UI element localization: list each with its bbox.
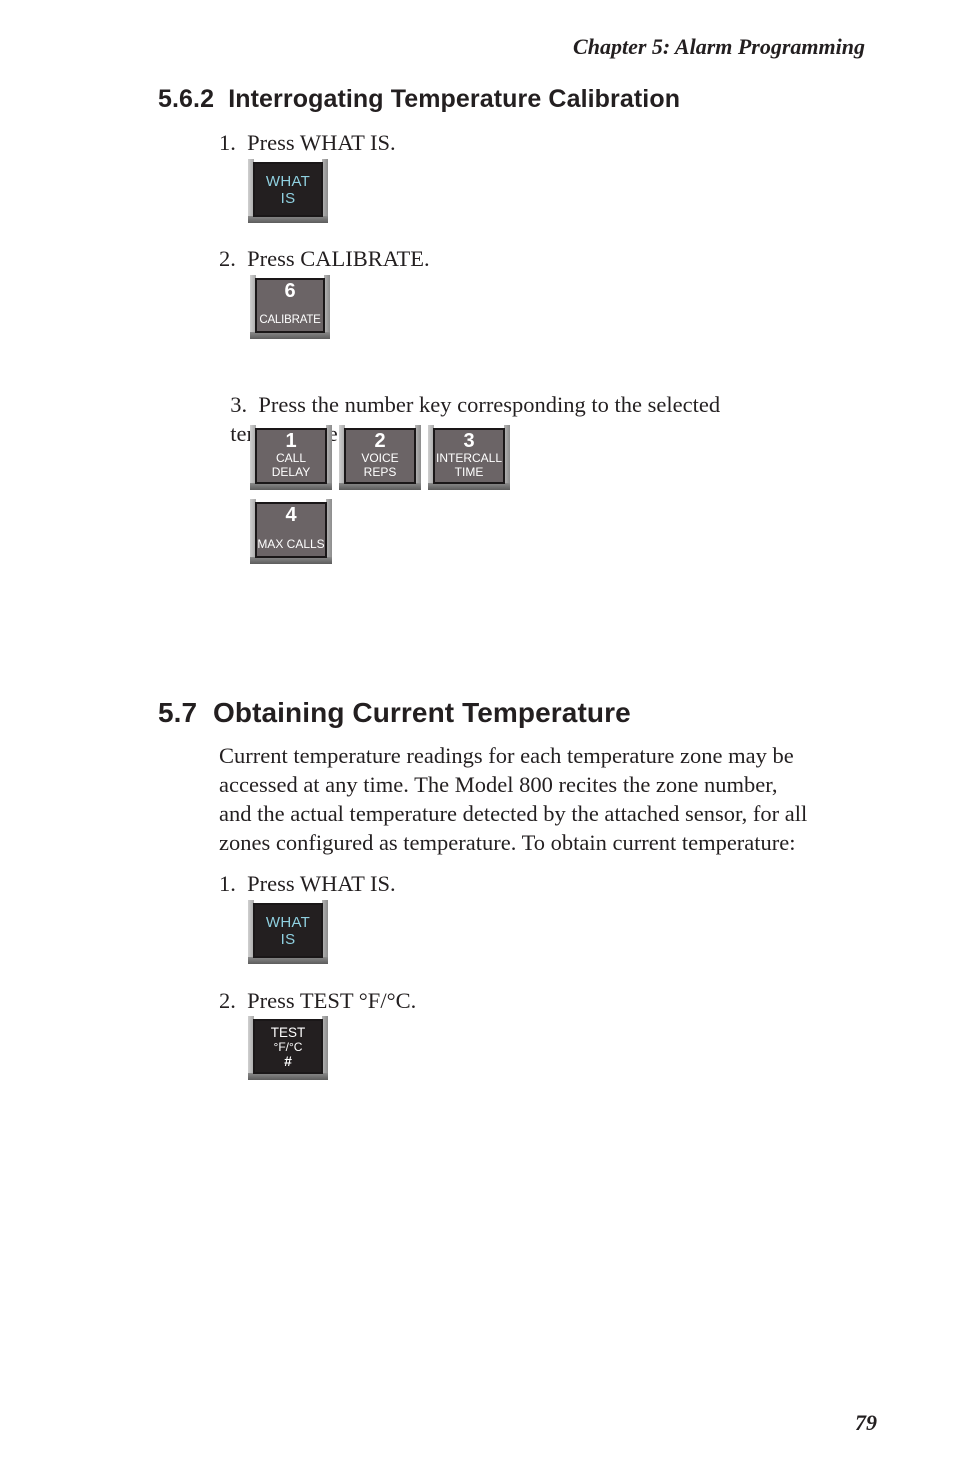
section-heading-5-7: 5.7 Obtaining Current Temperature — [158, 697, 631, 728]
key-face: 6 CALIBRATE — [255, 278, 325, 333]
paragraph-line: zones configured as temperature. To obta… — [219, 830, 796, 855]
key-face: TEST °F/°C # — [253, 1019, 323, 1074]
key-bevel — [248, 216, 328, 223]
key-number: 6 — [284, 280, 296, 302]
page-number: 79 — [855, 1410, 877, 1435]
zone-key-2[interactable]: 2 VOICE REPS — [339, 425, 421, 490]
step-2-test: 2. Press TEST °F/°C. — [219, 988, 417, 1013]
step-2-calibrate: 2. Press CALIBRATE. — [219, 246, 430, 271]
key-label: DELAY — [271, 465, 311, 479]
key-bevel — [250, 483, 332, 490]
key-label: TIME — [454, 465, 484, 479]
key-label: TEST — [270, 1025, 306, 1040]
key-bevel — [248, 1073, 328, 1080]
zone-key-3[interactable]: 3 INTERCALL TIME — [428, 425, 510, 490]
key-label: °F/°C — [273, 1040, 303, 1054]
key-label: VOICE — [361, 451, 399, 465]
step-1-what-is: 1. Press WHAT IS. — [219, 130, 396, 155]
intro-paragraph: Current temperature readings for each te… — [219, 741, 879, 857]
zone-key-4[interactable]: 4 MAX CALLS — [250, 499, 332, 564]
test-f-c-key[interactable]: TEST °F/°C # — [248, 1016, 328, 1080]
key-bevel — [339, 483, 421, 490]
key-number: 3 — [463, 430, 475, 452]
key-label: CALIBRATE — [259, 314, 321, 326]
key-face: 1 CALL DELAY — [255, 428, 327, 484]
key-label: MAX CALLS — [257, 537, 325, 551]
section-heading-5-6-2: 5.6.2 Interrogating Temperature Calibrat… — [158, 85, 681, 113]
key-label: CALL — [275, 451, 307, 465]
key-label: WHAT — [265, 913, 311, 931]
zone-key-1[interactable]: 1 CALL DELAY — [250, 425, 332, 490]
running-head: Chapter 5: Alarm Programming — [573, 34, 865, 59]
what-is-key[interactable]: WHAT IS — [248, 900, 328, 964]
paragraph-line: Current temperature readings for each te… — [219, 743, 794, 768]
key-number: 1 — [285, 430, 297, 452]
step-1-what-is: 1. Press WHAT IS. — [219, 871, 396, 896]
key-number: 4 — [285, 504, 297, 526]
what-is-key[interactable]: WHAT IS — [248, 159, 328, 223]
key-label: IS — [280, 930, 296, 948]
key-bevel — [250, 557, 332, 564]
key-face: 2 VOICE REPS — [344, 428, 416, 484]
key-bevel — [250, 332, 330, 339]
paragraph-line: and the actual temperature detected by t… — [219, 801, 808, 826]
paragraph-line: accessed at any time. The Model 800 reci… — [219, 772, 778, 797]
key-face: 3 INTERCALL TIME — [433, 428, 505, 484]
calibrate-key-6[interactable]: 6 CALIBRATE — [250, 275, 330, 339]
key-bevel — [428, 483, 510, 490]
key-face: 4 MAX CALLS — [255, 502, 327, 558]
key-label: REPS — [363, 465, 397, 479]
key-label: WHAT — [265, 172, 311, 190]
key-face: WHAT IS — [253, 162, 323, 217]
key-label: INTERCALL — [435, 451, 503, 465]
key-label: IS — [280, 189, 296, 207]
hash-symbol: # — [284, 1053, 292, 1069]
key-face: WHAT IS — [253, 903, 323, 958]
key-number: 2 — [374, 430, 386, 452]
key-bevel — [248, 957, 328, 964]
